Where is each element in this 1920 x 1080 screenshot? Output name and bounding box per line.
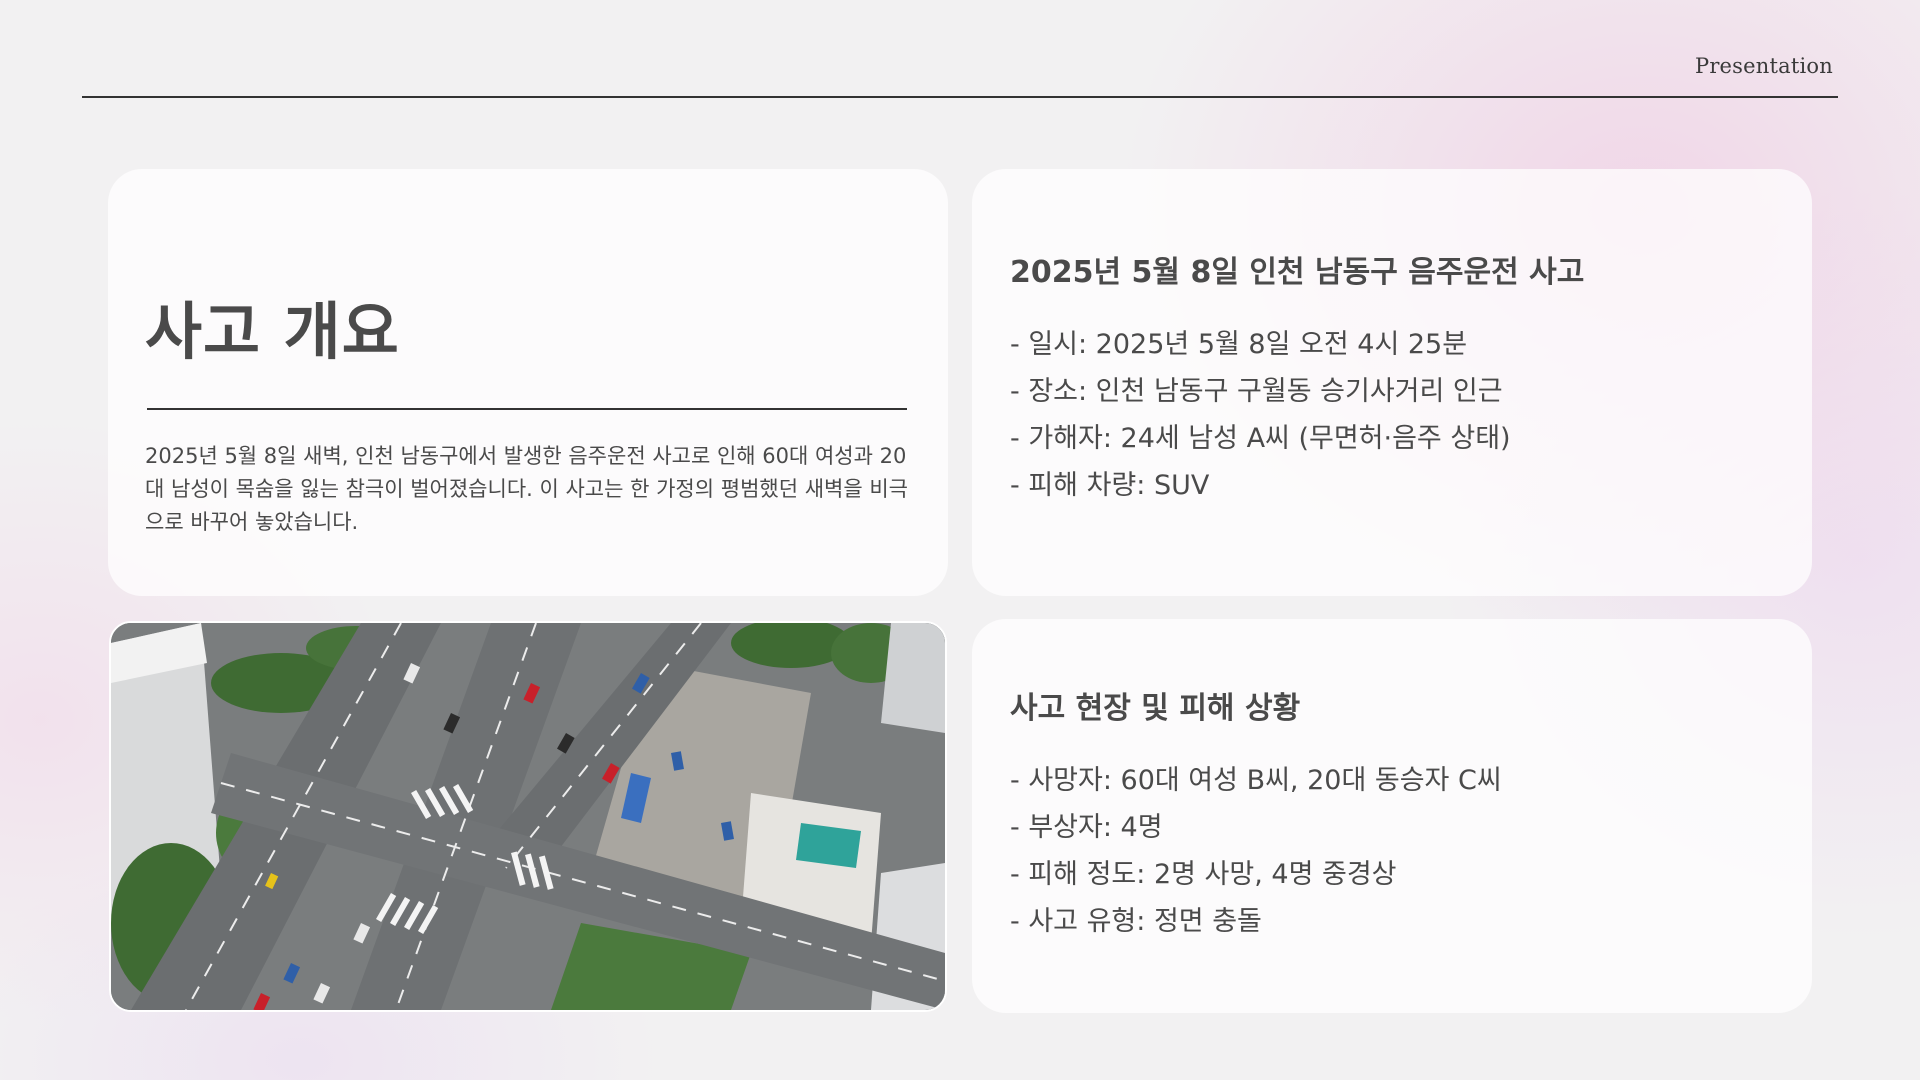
damage-info-list: - 사망자: 60대 여성 B씨, 20대 동승자 C씨 - 부상자: 4명 -…	[1010, 757, 1772, 945]
overview-divider	[147, 408, 907, 410]
accident-perpetrator: - 가해자: 24세 남성 A씨 (무면허·음주 상태)	[1010, 423, 1511, 454]
damage-severity: - 피해 정도: 2명 사망, 4명 중경상	[1010, 859, 1397, 890]
damage-fatalities: - 사망자: 60대 여성 B씨, 20대 동승자 C씨	[1010, 765, 1502, 796]
damage-info-card: 사고 현장 및 피해 상황 - 사망자: 60대 여성 B씨, 20대 동승자 …	[972, 619, 1812, 1013]
overview-title: 사고 개요	[145, 295, 400, 368]
accident-info-card: 2025년 5월 8일 인천 남동구 음주운전 사고 - 일시: 2025년 5…	[972, 169, 1812, 596]
damage-info-heading: 사고 현장 및 피해 상황	[1010, 691, 1301, 726]
accident-info-heading: 2025년 5월 8일 인천 남동구 음주운전 사고	[1010, 255, 1585, 290]
overview-description: 2025년 5월 8일 새벽, 인천 남동구에서 발생한 음주운전 사고로 인해…	[145, 444, 908, 534]
accident-location: - 장소: 인천 남동구 구월동 승기사거리 인근	[1010, 376, 1503, 407]
damage-accident-type: - 사고 유형: 정면 충돌	[1010, 906, 1262, 937]
accident-datetime: - 일시: 2025년 5월 8일 오전 4시 25분	[1010, 329, 1468, 360]
damage-injured: - 부상자: 4명	[1010, 812, 1163, 843]
accident-vehicle: - 피해 차량: SUV	[1010, 470, 1210, 501]
header-divider	[82, 96, 1838, 98]
aerial-intersection-photo	[109, 621, 947, 1012]
overview-card: 사고 개요 2025년 5월 8일 새벽, 인천 남동구에서 발생한 음주운전 …	[108, 169, 948, 596]
accident-info-list: - 일시: 2025년 5월 8일 오전 4시 25분 - 장소: 인천 남동구…	[1010, 321, 1772, 509]
presentation-label: Presentation	[1694, 54, 1833, 78]
